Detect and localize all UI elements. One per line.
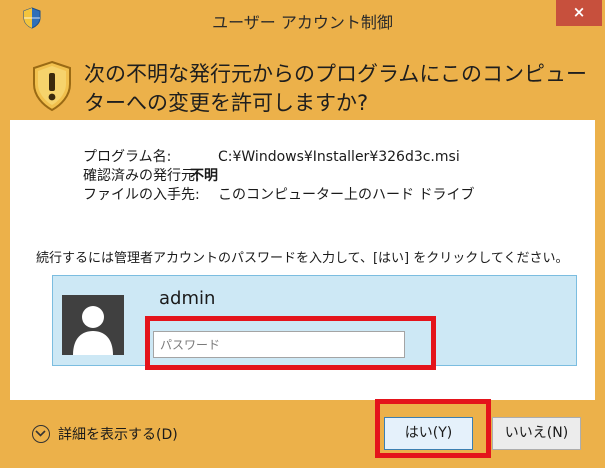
program-name-value: C:¥Windows¥Installer¥326d3c.msi bbox=[218, 149, 460, 165]
password-highlight-box bbox=[145, 316, 436, 370]
file-origin-label: ファイルの入手先: bbox=[83, 187, 200, 203]
yes-button-highlight-box bbox=[375, 399, 491, 458]
title-bar: ユーザー アカウント制御 × bbox=[0, 0, 605, 42]
publisher-label: 確認済みの発行元: bbox=[83, 168, 200, 184]
no-button[interactable]: いいえ(N) bbox=[492, 417, 581, 450]
consent-question: 次の不明な発行元からのプログラムにこのコンピューターへの変更を許可しますか? bbox=[84, 62, 587, 115]
account-username: admin bbox=[159, 288, 216, 309]
warning-shield-icon bbox=[30, 60, 74, 112]
publisher-value: 不明 bbox=[190, 168, 218, 184]
close-button[interactable]: × bbox=[556, 0, 602, 26]
user-avatar-icon bbox=[62, 295, 124, 355]
uac-dialog: ユーザー アカウント制御 × 次の不明な発行元からのプログラムにこのコンピュータ… bbox=[0, 0, 605, 468]
show-details-button[interactable]: 詳細を表示する(D) bbox=[32, 424, 178, 446]
file-origin-value: このコンピューター上のハード ドライブ bbox=[218, 187, 475, 203]
credential-instruction: 続行するには管理者アカウントのパスワードを入力して、[はい] をクリックしてくだ… bbox=[36, 251, 569, 266]
program-name-label: プログラム名: bbox=[83, 149, 172, 165]
chevron-down-circle-icon bbox=[32, 425, 50, 443]
dialog-footer: 詳細を表示する(D) はい(Y) いいえ(N) bbox=[0, 400, 605, 468]
window-title: ユーザー アカウント制御 bbox=[212, 13, 393, 32]
show-details-label: 詳細を表示する(D) bbox=[58, 427, 178, 443]
